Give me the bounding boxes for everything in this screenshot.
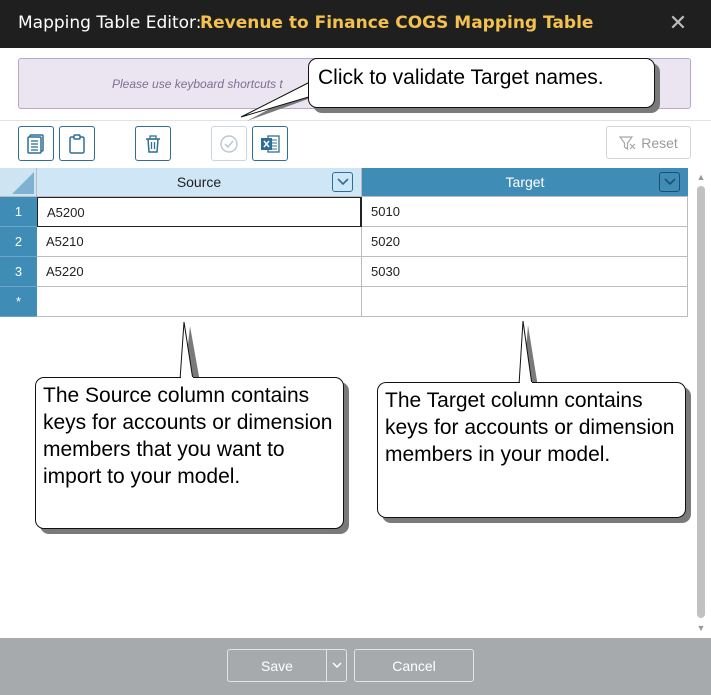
callout-source-column: The Source column contains keys for acco… bbox=[35, 377, 344, 529]
column-header-target[interactable]: Target bbox=[362, 168, 688, 197]
dialog-title-label: Mapping Table Editor: bbox=[18, 13, 202, 33]
new-source-cell[interactable] bbox=[37, 287, 362, 317]
column-header-label: Target bbox=[505, 174, 545, 190]
scroll-up-icon[interactable]: ▲ bbox=[695, 171, 707, 183]
grid-corner[interactable] bbox=[0, 168, 37, 197]
reset-label: Reset bbox=[641, 134, 678, 151]
chevron-down-icon bbox=[331, 662, 342, 669]
close-icon[interactable]: ✕ bbox=[668, 12, 688, 34]
copy-rows-icon bbox=[27, 133, 44, 154]
column-header-source[interactable]: Source bbox=[37, 168, 362, 197]
scroll-down-icon[interactable]: ▼ bbox=[695, 622, 707, 634]
target-cell[interactable]: 5010 bbox=[362, 197, 688, 227]
chevron-down-icon[interactable] bbox=[332, 172, 353, 192]
row-number[interactable]: 1 bbox=[0, 197, 37, 227]
check-circle-icon bbox=[220, 134, 238, 153]
source-cell[interactable]: A5220 bbox=[37, 257, 362, 287]
paste-icon bbox=[69, 133, 85, 154]
divider bbox=[0, 120, 711, 121]
column-header-label: Source bbox=[176, 174, 222, 190]
export-excel-button[interactable] bbox=[252, 126, 288, 161]
copy-rows-button[interactable] bbox=[18, 126, 54, 161]
filter-reset-icon bbox=[619, 135, 636, 150]
excel-icon bbox=[261, 134, 280, 153]
trash-icon bbox=[146, 134, 160, 153]
target-cell[interactable]: 5030 bbox=[362, 257, 688, 287]
row-number[interactable]: 2 bbox=[0, 227, 37, 257]
new-row-marker[interactable]: * bbox=[0, 287, 37, 317]
scrollbar-thumb[interactable] bbox=[697, 186, 705, 618]
callout-target-column: The Target column contains keys for acco… bbox=[377, 382, 686, 518]
row-number[interactable]: 3 bbox=[0, 257, 37, 287]
paste-button[interactable] bbox=[59, 126, 95, 161]
cancel-button[interactable]: Cancel bbox=[354, 649, 474, 682]
chevron-down-icon[interactable] bbox=[659, 172, 680, 192]
mapping-table-name: Revenue to Finance COGS Mapping Table bbox=[200, 13, 594, 33]
source-cell[interactable]: A5210 bbox=[37, 227, 362, 257]
source-cell[interactable]: A5200 bbox=[37, 197, 362, 227]
banner-text: Please use keyboard shortcuts t bbox=[112, 77, 283, 91]
new-target-cell[interactable] bbox=[362, 287, 688, 317]
callout-validate: Click to validate Target names. bbox=[308, 58, 655, 108]
save-button[interactable]: Save bbox=[227, 649, 327, 682]
save-options-button[interactable] bbox=[326, 649, 347, 682]
validate-button[interactable] bbox=[211, 126, 247, 161]
delete-button[interactable] bbox=[135, 126, 171, 161]
title-bar: Mapping Table Editor: Revenue to Finance… bbox=[0, 0, 711, 48]
target-cell[interactable]: 5020 bbox=[362, 227, 688, 257]
reset-button[interactable]: Reset bbox=[606, 126, 691, 159]
select-all-icon bbox=[12, 172, 34, 194]
